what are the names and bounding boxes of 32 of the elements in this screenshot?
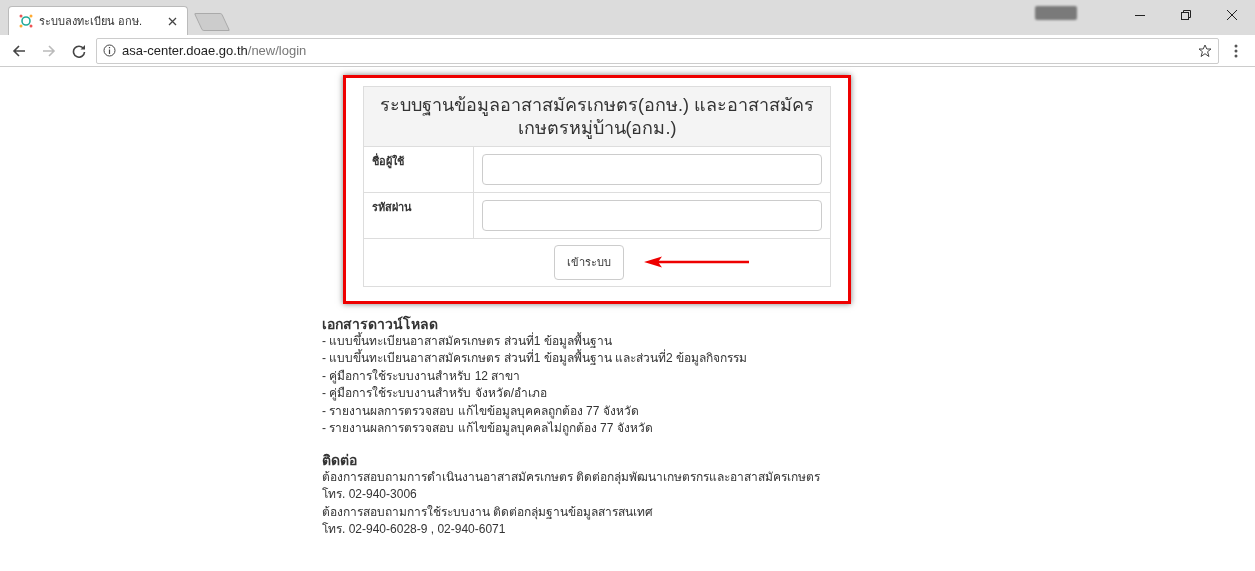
tab-title: ระบบลงทะเบียน อกษ.	[39, 13, 144, 29]
download-link[interactable]: - รายงานผลการตรวจสอบ แก้ไขข้อมูลบุคคลถูกต้อง 77 จังหวัด	[322, 402, 862, 420]
back-arrow-icon[interactable]	[12, 43, 26, 58]
contact-text: ต้องการสอบถามการดำเนินงานอาสาสมัครเกษตร ติดต่อกลุ่มพัฒนาเกษตรกรและอาสาสมัครเกษตร	[322, 468, 822, 486]
contact-text: ต้องการสอบถามการใช้ระบบงาน ติดต่อกลุ่มฐานข้อมูลสารสนเทศ	[322, 503, 655, 521]
login-button[interactable]: เข้าระบบ	[554, 245, 625, 280]
url-text: asa-center.doae.go.th/new/login	[122, 41, 308, 60]
info-icon[interactable]	[103, 44, 116, 57]
input-field[interactable]	[482, 200, 822, 231]
field-label: รหัสผ่าน	[363, 192, 474, 239]
download-link[interactable]: - คู่มือการใช้ระบบงานสำหรับ จังหวัด/อำเภอ	[322, 385, 862, 403]
section-heading: ติดต่อ	[322, 451, 358, 469]
download-link[interactable]: - รายงานผลการตรวจสอบ แก้ไขข้อมูลบุคคลไม่ถูกต้อง 77 จังหวัด	[322, 420, 862, 438]
input-field[interactable]	[482, 154, 822, 185]
site-icon	[19, 14, 33, 28]
field-label: ชื่อผู้ใช้	[363, 146, 474, 193]
restore-icon[interactable]	[1181, 10, 1191, 20]
browser-tab[interactable]: ระบบลงทะเบียน อกษ.	[8, 6, 188, 35]
menu-icon[interactable]	[1234, 43, 1238, 58]
address-bar[interactable]: asa-center.doae.go.th/new/login	[96, 37, 1219, 64]
reload-icon[interactable]	[72, 43, 86, 58]
close-icon[interactable]	[1227, 10, 1237, 20]
download-link[interactable]: - แบบขึ้นทะเบียนอาสาสมัครเกษตร ส่วนที่1 ข้อมูลพื้นฐาน	[322, 332, 862, 350]
section-heading: เอกสารดาวน์โหลด	[322, 315, 439, 332]
form-title: ระบบฐานข้อมูลอาสาสมัครเกษตร(อกษ.) และอาสาสมัครเกษตรหมู่บ้าน(อกม.)	[363, 86, 831, 147]
download-link[interactable]: - คู่มือการใช้ระบบงานสำหรับ 12 สาขา	[322, 367, 862, 385]
star-icon[interactable]	[1198, 43, 1212, 58]
contact-text: โทร. 02-940-6028-9 , 02-940-6071	[322, 521, 507, 538]
contact-text: โทร. 02-940-3006	[322, 486, 418, 503]
download-link[interactable]: - แบบขึ้นทะเบียนอาสาสมัครเกษตร ส่วนที่1 ข้อมูลพื้นฐาน และส่วนที่2 ข้อมูลกิจกรรม	[322, 350, 862, 368]
close-tab-icon[interactable]	[168, 16, 177, 26]
blurred-patch	[1035, 6, 1077, 20]
